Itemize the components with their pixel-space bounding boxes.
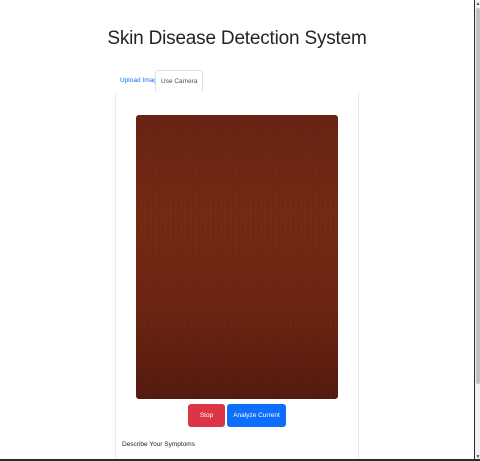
analyze-frame-button[interactable]: Analyze Current Frame [227,404,286,442]
camera-video-feed [136,115,338,399]
tab-bar: Upload Image Use Camera [115,70,359,93]
scroll-up-icon[interactable]: ▲ [475,1,480,7]
browser-viewport: Skin Disease Detection System Upload Ima… [0,0,480,461]
scrollbar-thumb[interactable] [476,8,480,384]
tab-use-camera[interactable]: Use Camera [155,70,204,93]
stop-camera-button[interactable]: Stop Camera [188,404,225,442]
symptoms-label: Describe Your Symptoms [122,441,195,448]
page-title: Skin Disease Detection System [107,28,367,49]
vertical-scrollbar[interactable]: ▲ ▼ [474,0,480,461]
